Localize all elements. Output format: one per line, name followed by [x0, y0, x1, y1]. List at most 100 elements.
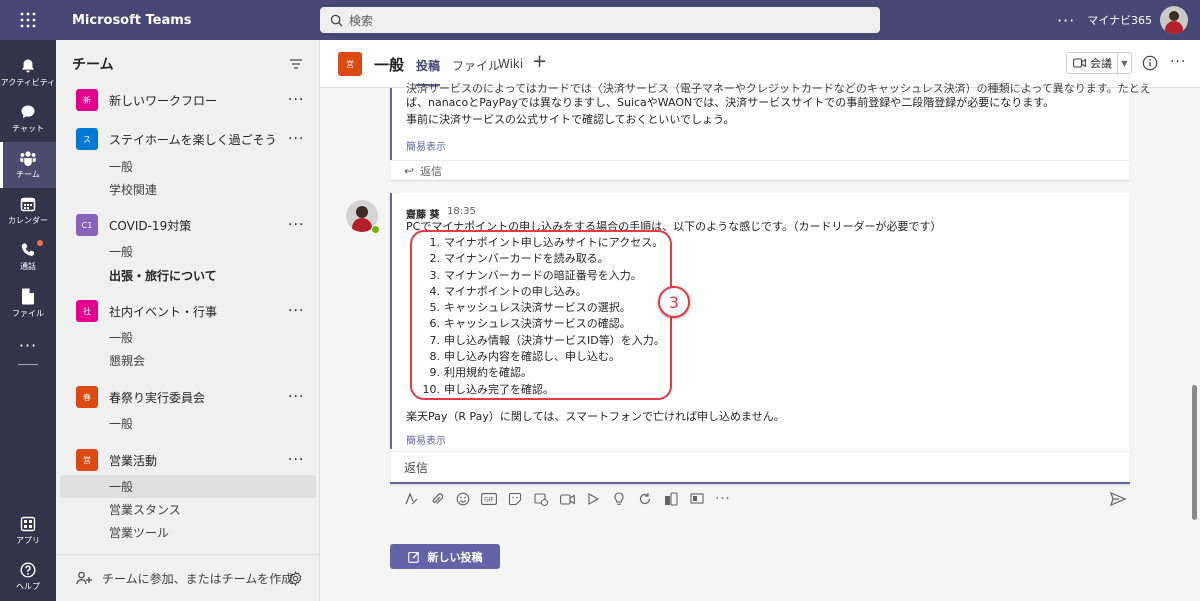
- message-card: 決済サービスのによってはカードでは〈決済サービス（電子マネーやクレジットカードな…: [390, 82, 1151, 180]
- video-camera-icon: [1073, 58, 1086, 68]
- format-button[interactable]: [398, 488, 424, 510]
- team-more-button[interactable]: ···: [288, 92, 304, 108]
- rail-files[interactable]: ファイル: [0, 280, 56, 326]
- channel-item[interactable]: 営業スタンス: [60, 498, 316, 521]
- more-dots-icon: ···: [18, 335, 38, 355]
- reply-button[interactable]: ↩ 返信: [390, 160, 1130, 180]
- channel-item[interactable]: 学校関連: [60, 178, 316, 201]
- paperclip-icon: [432, 493, 443, 505]
- channel-item[interactable]: 一般: [60, 326, 316, 349]
- search-placeholder: 検索: [349, 13, 374, 28]
- schedule-meeting-button[interactable]: [528, 488, 554, 510]
- tenant-name[interactable]: マイナビ365: [1087, 12, 1152, 28]
- emoji-icon: [456, 492, 470, 506]
- more-compose-options[interactable]: ···: [710, 488, 736, 510]
- channel-item[interactable]: 営業ツール: [60, 521, 316, 544]
- help-icon: [20, 562, 36, 578]
- loop-button[interactable]: [632, 488, 658, 510]
- add-people-icon: [76, 571, 92, 585]
- rail-divider: [18, 364, 38, 365]
- tab-posts[interactable]: 投稿: [416, 57, 441, 86]
- team-name: 社内イベント・行事: [109, 304, 218, 319]
- team-name: 春祭り実行委員会: [109, 390, 206, 405]
- rail-help[interactable]: ヘルプ: [0, 554, 56, 600]
- rail-teams[interactable]: チーム: [0, 142, 56, 188]
- channel-item[interactable]: 出張・旅行について: [60, 264, 316, 287]
- stream-button[interactable]: [580, 488, 606, 510]
- emoji-button[interactable]: [450, 488, 476, 510]
- rail-apps[interactable]: アプリ: [0, 508, 56, 554]
- meet-now-button[interactable]: [554, 488, 580, 510]
- team-item[interactable]: ス ステイホームを楽しく過ごそう ···: [56, 127, 319, 151]
- phone-icon: [21, 243, 35, 256]
- team-more-button[interactable]: ···: [288, 389, 304, 405]
- tab-files[interactable]: ファイル: [452, 57, 500, 74]
- rail-calendar[interactable]: カレンダー: [0, 188, 56, 234]
- chat-icon: [21, 105, 35, 119]
- sticker-icon: [508, 492, 522, 506]
- new-post-label: 新しい投稿: [427, 550, 483, 564]
- team-avatar: ス: [76, 128, 98, 150]
- channel-item[interactable]: 一般: [60, 240, 316, 263]
- reply-input[interactable]: 返信: [390, 451, 1130, 484]
- team-avatar: 社: [76, 300, 98, 322]
- team-item[interactable]: 春 春祭り実行委員会 ···: [56, 385, 319, 409]
- stream-icon: [588, 493, 600, 505]
- new-post-button[interactable]: 新しい投稿: [390, 544, 500, 569]
- filter-icon[interactable]: [289, 58, 303, 70]
- compose-icon: [407, 551, 419, 563]
- info-icon[interactable]: [1142, 55, 1158, 71]
- channel-item[interactable]: 一般: [60, 412, 316, 435]
- meet-button[interactable]: 会議 ▼: [1066, 52, 1132, 74]
- team-more-button[interactable]: ···: [288, 303, 304, 319]
- rail-chat[interactable]: チャット: [0, 96, 56, 142]
- channel-more-button[interactable]: ···: [1170, 54, 1186, 70]
- show-less-link[interactable]: 簡易表示: [406, 432, 446, 447]
- add-tab-button[interactable]: +: [532, 51, 547, 72]
- show-less-link[interactable]: 簡易表示: [406, 138, 446, 153]
- team-more-button[interactable]: ···: [288, 217, 304, 233]
- praise-button[interactable]: [606, 488, 632, 510]
- forms-icon: [665, 492, 678, 506]
- attach-button[interactable]: [424, 488, 450, 510]
- message-card: 齋藤 葵 18:35 PCでマイナポイントの申し込みをする場合の手順は、以下のよ…: [390, 193, 1130, 484]
- board-button[interactable]: [684, 488, 710, 510]
- chevron-down-icon[interactable]: ▼: [1117, 53, 1131, 73]
- join-or-create-team[interactable]: チームに参加、またはチームを作成: [56, 554, 319, 601]
- approvals-button[interactable]: [658, 488, 684, 510]
- more-options-button[interactable]: ···: [1057, 11, 1075, 30]
- rail-calls[interactable]: 通話: [0, 234, 56, 280]
- rail-activity[interactable]: アクティビティ: [0, 50, 56, 96]
- channel-item-selected[interactable]: 一般: [60, 475, 316, 498]
- gear-icon[interactable]: [288, 570, 303, 586]
- team-item[interactable]: 営 営業活動 ···: [56, 448, 319, 472]
- team-more-button[interactable]: ···: [288, 452, 304, 468]
- team-item[interactable]: 社 社内イベント・行事 ···: [56, 299, 319, 323]
- team-more-button[interactable]: ···: [288, 131, 304, 147]
- send-button[interactable]: [1107, 488, 1129, 510]
- profile-avatar[interactable]: [1160, 6, 1188, 34]
- bell-icon: [22, 59, 34, 73]
- team-item[interactable]: C1 COVID-19対策 ···: [56, 213, 319, 237]
- search-input[interactable]: 検索: [320, 7, 880, 33]
- meet-label: 会議: [1090, 57, 1112, 70]
- gif-button[interactable]: GIF: [476, 488, 502, 510]
- tab-wiki[interactable]: Wiki: [498, 57, 523, 71]
- video-icon: [559, 493, 575, 505]
- message-scrollbar[interactable]: [1192, 385, 1197, 520]
- team-avatar: 営: [76, 449, 98, 471]
- presence-available-icon: [371, 225, 380, 234]
- channel-item[interactable]: 懇親会: [60, 349, 316, 372]
- annotation-highlight-box: [410, 230, 672, 400]
- svg-text:GIF: GIF: [484, 497, 494, 504]
- rail-more-apps[interactable]: ···: [0, 322, 56, 368]
- team-item[interactable]: 新 新しいワークフロー ···: [56, 88, 319, 112]
- app-launcher-button[interactable]: [0, 0, 56, 40]
- sticker-button[interactable]: [502, 488, 528, 510]
- send-icon: [1110, 492, 1126, 506]
- reply-label: 返信: [420, 164, 443, 178]
- apps-icon: [20, 516, 36, 532]
- message-timestamp: 18:35: [447, 206, 476, 217]
- title-bar: Microsoft Teams 検索 ··· マイナビ365: [0, 0, 1200, 40]
- channel-item[interactable]: 一般: [60, 155, 316, 178]
